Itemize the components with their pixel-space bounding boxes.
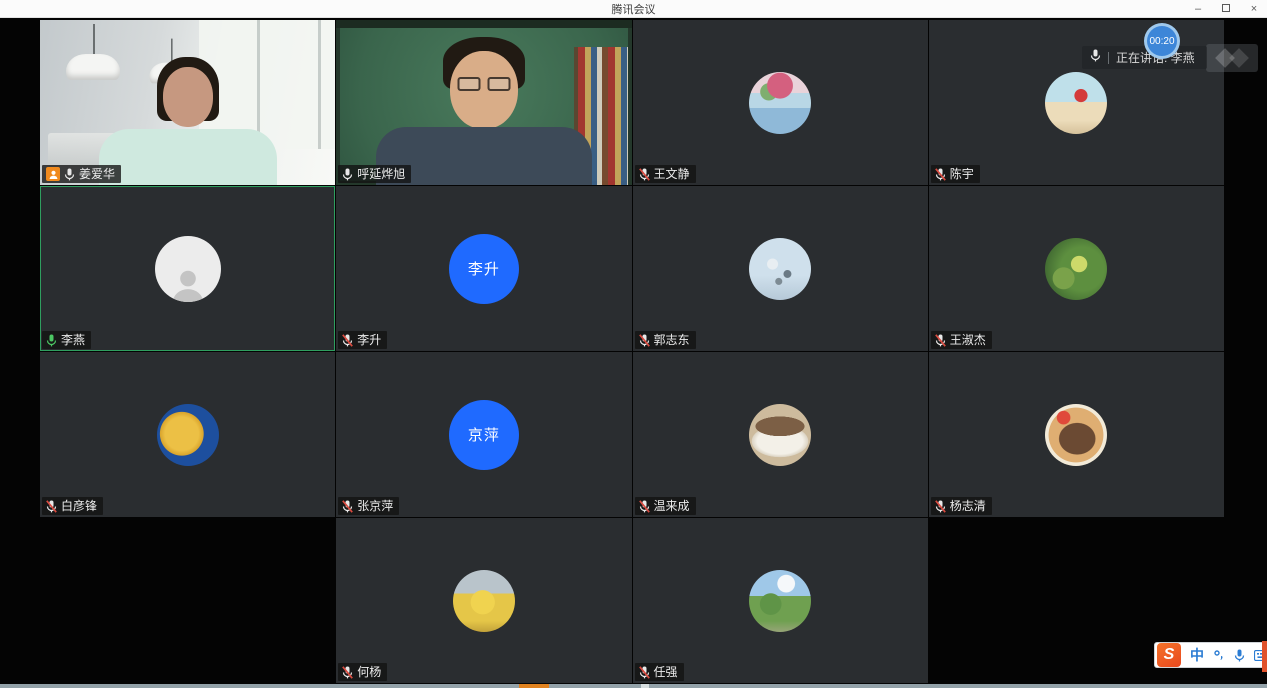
participant-name: 白彦锋 — [61, 499, 97, 513]
mic-muted-icon — [639, 168, 650, 181]
mic-muted-icon — [935, 500, 946, 513]
video-tile-陈宇[interactable]: 陈宇 — [929, 20, 1224, 185]
participant-name: 何杨 — [357, 665, 381, 679]
participant-nameplate: 杨志清 — [931, 497, 992, 515]
voice-input-icon[interactable] — [1234, 649, 1245, 662]
video-feed — [40, 20, 335, 185]
participant-name: 王淑杰 — [950, 333, 986, 347]
logo-watermark — [1206, 44, 1258, 72]
video-tile-李升[interactable]: 李升 李升 — [336, 186, 631, 351]
participant-name: 呼延烨旭 — [357, 167, 405, 181]
mic-muted-icon — [46, 500, 57, 513]
participant-name: 李燕 — [61, 333, 85, 347]
mic-muted-icon — [639, 666, 650, 679]
mic-muted-icon — [342, 666, 353, 679]
avatar-photo — [749, 72, 811, 134]
window-title: 腾讯会议 — [612, 1, 656, 17]
taskbar-sliver — [0, 684, 1267, 688]
ime-language-toggle[interactable]: 中 — [1190, 645, 1204, 665]
taskbar-segment — [641, 684, 649, 688]
video-tile-何杨[interactable]: 何杨 — [336, 518, 631, 683]
meeting-timer-text: 00:20 — [1149, 36, 1174, 47]
participant-nameplate: 姜爱华 — [42, 165, 121, 183]
video-tile-张京萍[interactable]: 京萍 张京萍 — [336, 352, 631, 517]
video-tile-郭志东[interactable]: 郭志东 — [633, 186, 928, 351]
participant-nameplate: 何杨 — [338, 663, 387, 681]
avatar-photo — [749, 570, 811, 632]
edge-handle[interactable] — [1262, 641, 1267, 672]
avatar-initials: 京萍 — [449, 400, 519, 470]
video-tile-姜爱华[interactable]: 姜爱华 — [40, 20, 335, 185]
avatar-photo — [1045, 238, 1107, 300]
meeting-window: 腾讯会议 – × 姜爱华 呼延烨旭 王文静 陈宇 李燕 李升 李升 郭志东 — [0, 0, 1267, 688]
close-button[interactable]: × — [1247, 0, 1261, 18]
minimize-button[interactable]: – — [1191, 0, 1205, 18]
speaking-indicator: 正在讲话: 李燕 — [1082, 46, 1207, 69]
participant-nameplate: 陈宇 — [931, 165, 980, 183]
taskbar-segment — [519, 684, 549, 688]
avatar-photo — [453, 570, 515, 632]
participant-name: 温来成 — [654, 499, 690, 513]
participant-name: 李升 — [357, 333, 381, 347]
avatar-photo — [1045, 404, 1107, 466]
participant-name: 张京萍 — [357, 499, 393, 513]
host-badge-person-icon — [46, 167, 60, 181]
participant-name: 陈宇 — [950, 167, 974, 181]
video-tile-李燕[interactable]: 李燕 — [40, 186, 335, 351]
participant-name: 姜爱华 — [79, 167, 115, 181]
participant-nameplate: 王文静 — [635, 165, 696, 183]
avatar-initials: 李升 — [449, 234, 519, 304]
window-controls: – × — [1191, 0, 1261, 18]
participant-name: 郭志东 — [654, 333, 690, 347]
video-feed — [336, 20, 631, 185]
video-tile-王淑杰[interactable]: 王淑杰 — [929, 186, 1224, 351]
microphone-icon — [1090, 49, 1101, 67]
participant-nameplate: 王淑杰 — [931, 331, 992, 349]
participant-name: 王文静 — [654, 167, 690, 181]
mic-muted-icon — [342, 334, 353, 347]
title-bar: 腾讯会议 – × — [0, 0, 1267, 18]
avatar-placeholder-person-icon — [155, 236, 221, 302]
participant-nameplate: 任强 — [635, 663, 684, 681]
avatar-photo — [157, 404, 219, 466]
video-tile-任强[interactable]: 任强 — [633, 518, 928, 683]
avatar-photo — [1045, 72, 1107, 134]
participant-name: 杨志清 — [950, 499, 986, 513]
restore-icon — [1222, 4, 1230, 12]
avatar-photo — [749, 404, 811, 466]
participant-nameplate: 郭志东 — [635, 331, 696, 349]
ime-toolbar: S 中 — [1154, 642, 1267, 668]
avatar-photo — [749, 238, 811, 300]
participant-nameplate: 温来成 — [635, 497, 696, 515]
video-tile-呼延烨旭[interactable]: 呼延烨旭 — [336, 20, 631, 185]
sogou-logo-icon[interactable]: S — [1157, 643, 1181, 667]
video-tile-温来成[interactable]: 温来成 — [633, 352, 928, 517]
participant-nameplate: 张京萍 — [338, 497, 399, 515]
participant-nameplate: 白彦锋 — [42, 497, 103, 515]
mic-muted-icon — [935, 168, 946, 181]
mic-muted-icon — [639, 334, 650, 347]
participant-name: 任强 — [654, 665, 678, 679]
restore-button[interactable] — [1219, 0, 1233, 18]
mic-muted-icon — [935, 334, 946, 347]
diamond-icon — [1229, 48, 1249, 68]
mic-muted-icon — [342, 500, 353, 513]
mic-muted-icon — [639, 500, 650, 513]
mic-icon — [46, 334, 57, 347]
video-tile-杨志清[interactable]: 杨志清 — [929, 352, 1224, 517]
punctuation-icon[interactable] — [1213, 649, 1225, 661]
participant-nameplate: 呼延烨旭 — [338, 165, 411, 183]
mic-icon — [64, 168, 75, 181]
video-grid: 姜爱华 呼延烨旭 王文静 陈宇 李燕 李升 李升 郭志东 王淑杰 白彦锋 京萍 张京… — [40, 20, 1224, 683]
video-tile-白彦锋[interactable]: 白彦锋 — [40, 352, 335, 517]
divider — [1108, 52, 1109, 64]
mic-icon — [342, 168, 353, 181]
video-tile-王文静[interactable]: 王文静 — [633, 20, 928, 185]
participant-nameplate: 李升 — [338, 331, 387, 349]
participant-nameplate: 李燕 — [42, 331, 91, 349]
meeting-timer[interactable]: 00:20 — [1144, 23, 1180, 59]
